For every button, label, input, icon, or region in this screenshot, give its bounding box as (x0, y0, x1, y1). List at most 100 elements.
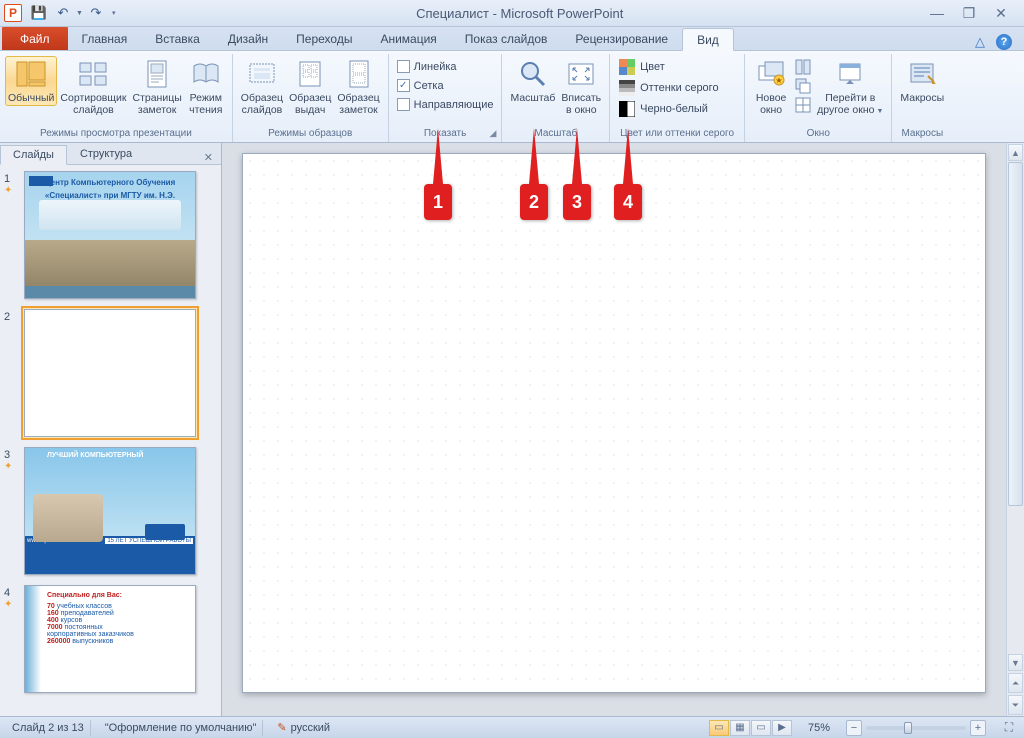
doc-close-button[interactable]: ✕ (988, 5, 1014, 21)
tab-home[interactable]: Главная (68, 27, 142, 50)
fit-window-label: Вписать в окно (561, 92, 601, 116)
zoom-in-button[interactable]: + (970, 720, 986, 736)
slide-sorter-icon (77, 58, 109, 90)
svg-text:★: ★ (776, 76, 783, 85)
scroll-thumb[interactable] (1008, 162, 1023, 506)
notes-master-icon (343, 58, 375, 90)
tab-design[interactable]: Дизайн (214, 27, 282, 50)
undo-dropdown[interactable]: ▼ (76, 10, 83, 17)
fit-to-window-button[interactable]: Вписать в окно (558, 56, 604, 118)
file-tab[interactable]: Файл (2, 27, 68, 50)
guides-checkbox[interactable]: Направляющие (395, 96, 496, 113)
help-button[interactable]: ? (996, 34, 1012, 50)
slide-master-button[interactable]: Образец слайдов (238, 56, 286, 118)
new-window-icon: ★ (755, 58, 787, 90)
group-window: ★ Новое окно Перейти в другое о (745, 54, 892, 142)
thumb4-sidebar (25, 586, 41, 692)
black-white-button[interactable]: Черно-белый (615, 99, 712, 119)
group-zoom: Масштаб Вписать в окно Масштаб (502, 54, 610, 142)
ribbon: Обычный Сортировщик слайдов Страницы зам… (0, 51, 1024, 143)
slide-nav-buttons: ⏶ ⏷ (1007, 672, 1024, 716)
thumbnail-row: 1 ✦ Центр Компьютерного Обучения «Специа… (4, 171, 217, 299)
tab-slideshow[interactable]: Показ слайдов (451, 27, 562, 50)
switch-windows-button[interactable]: Перейти в другое окно▼ (814, 56, 886, 120)
annotation-callout-2: 2 (520, 184, 548, 220)
color-button[interactable]: Цвет (615, 57, 669, 77)
current-slide[interactable] (242, 153, 986, 693)
bw-label: Черно-белый (640, 103, 708, 115)
zoom-percent[interactable]: 75% (808, 722, 830, 734)
reading-view-button[interactable]: Режим чтения (185, 56, 227, 118)
slideshow-shortcut[interactable]: ▶ (772, 720, 792, 736)
reading-view-shortcut[interactable]: ▭ (751, 720, 771, 736)
handout-master-button[interactable]: Образец выдач (286, 56, 334, 118)
zoom-out-button[interactable]: − (846, 720, 862, 736)
new-window-button[interactable]: ★ Новое окно (750, 56, 792, 118)
zoom-slider: − + (846, 720, 986, 736)
slide-indicator[interactable]: Слайд 2 из 13 (6, 720, 91, 736)
minimize-ribbon-button[interactable]: △ (972, 34, 988, 50)
tab-insert[interactable]: Вставка (141, 27, 214, 50)
slide-sorter-button[interactable]: Сортировщик слайдов (57, 56, 129, 118)
color-palette-icon (619, 59, 635, 75)
doc-restore-button[interactable]: ❐ (956, 5, 982, 21)
scroll-track[interactable] (1007, 162, 1024, 653)
slide-number: 4 (4, 585, 18, 599)
notes-page-icon (141, 58, 173, 90)
vertical-scrollbar: ▲ ▼ ⏶ ⏷ (1006, 143, 1024, 716)
slides-tab[interactable]: Слайды (0, 145, 67, 165)
redo-button[interactable]: ↷ (85, 2, 107, 24)
help-controls: △ ? (972, 34, 1024, 50)
normal-view-shortcut[interactable]: ▭ (709, 720, 729, 736)
language-indicator[interactable]: ✎ русский (271, 720, 336, 736)
thumbnail-row: 3 ✦ ЛУЧШИЙ КОМПЬЮТЕРНЫЙ www.specialist.r… (4, 447, 217, 575)
sorter-view-shortcut[interactable]: ▦ (730, 720, 750, 736)
normal-view-icon (15, 58, 47, 90)
prev-slide-button[interactable]: ⏶ (1008, 673, 1023, 693)
theme-indicator[interactable]: "Оформление по умолчанию" (99, 720, 264, 736)
zoom-button[interactable]: Масштаб (507, 56, 558, 106)
slide-number: 1 (4, 171, 18, 185)
grid-checkbox[interactable]: ✓ Сетка (395, 77, 446, 94)
ruler-checkbox[interactable]: Линейка (395, 58, 459, 75)
scroll-down-button[interactable]: ▼ (1008, 654, 1023, 671)
outline-tab[interactable]: Структура (67, 144, 145, 164)
macros-button[interactable]: Макросы (897, 56, 947, 106)
show-dialog-launcher[interactable]: ◢ (487, 128, 498, 139)
slide-thumbnail-3[interactable]: ЛУЧШИЙ КОМПЬЮТЕРНЫЙ www.specialist.ru 15… (24, 447, 196, 575)
tab-view[interactable]: Вид (682, 28, 734, 51)
tab-transitions[interactable]: Переходы (282, 27, 366, 50)
grayscale-icon (619, 80, 635, 96)
panel-close-button[interactable]: ✕ (196, 151, 221, 164)
cascade-button[interactable] (794, 77, 812, 95)
slide-thumbnail-1[interactable]: Центр Компьютерного Обучения «Специалист… (24, 171, 196, 299)
thumb3-heading: ЛУЧШИЙ КОМПЬЮТЕРНЫЙ (25, 448, 195, 459)
notes-page-button[interactable]: Страницы заметок (129, 56, 184, 118)
notes-master-button[interactable]: Образец заметок (334, 56, 382, 118)
fit-to-window-shortcut[interactable]: ⛶ (1000, 720, 1018, 736)
status-bar: Слайд 2 из 13 "Оформление по умолчанию" … (0, 716, 1024, 738)
normal-view-button[interactable]: Обычный (5, 56, 57, 106)
checkbox-checked-icon: ✓ (397, 79, 410, 92)
zoom-track[interactable] (866, 726, 966, 730)
ribbon-tab-strip: Файл Главная Вставка Дизайн Переходы Ани… (0, 27, 1024, 51)
undo-button[interactable]: ↶ (52, 2, 74, 24)
slide-thumbnail-4[interactable]: Специально для Вас: 70 учебных классов 1… (24, 585, 196, 693)
scroll-up-button[interactable]: ▲ (1008, 144, 1023, 161)
tab-animation[interactable]: Анимация (366, 27, 450, 50)
doc-minimize-button[interactable]: — (924, 5, 950, 21)
tab-review[interactable]: Рецензирование (561, 27, 682, 50)
thumbnail-row: 2 (4, 309, 217, 437)
slide-thumbnail-2[interactable] (24, 309, 196, 437)
zoom-thumb[interactable] (904, 722, 912, 734)
grayscale-button[interactable]: Оттенки серого (615, 78, 722, 98)
animation-indicator-icon: ✦ (4, 599, 18, 610)
arrange-all-button[interactable] (794, 58, 812, 76)
next-slide-button[interactable]: ⏷ (1008, 695, 1023, 715)
checkbox-icon (397, 60, 410, 73)
save-button[interactable]: 💾 (28, 2, 50, 24)
logo-placeholder (29, 176, 53, 186)
move-split-button[interactable] (794, 96, 812, 114)
thumbnail-list[interactable]: 1 ✦ Центр Компьютерного Обучения «Специа… (0, 165, 221, 716)
slide-stage[interactable] (222, 143, 1006, 716)
